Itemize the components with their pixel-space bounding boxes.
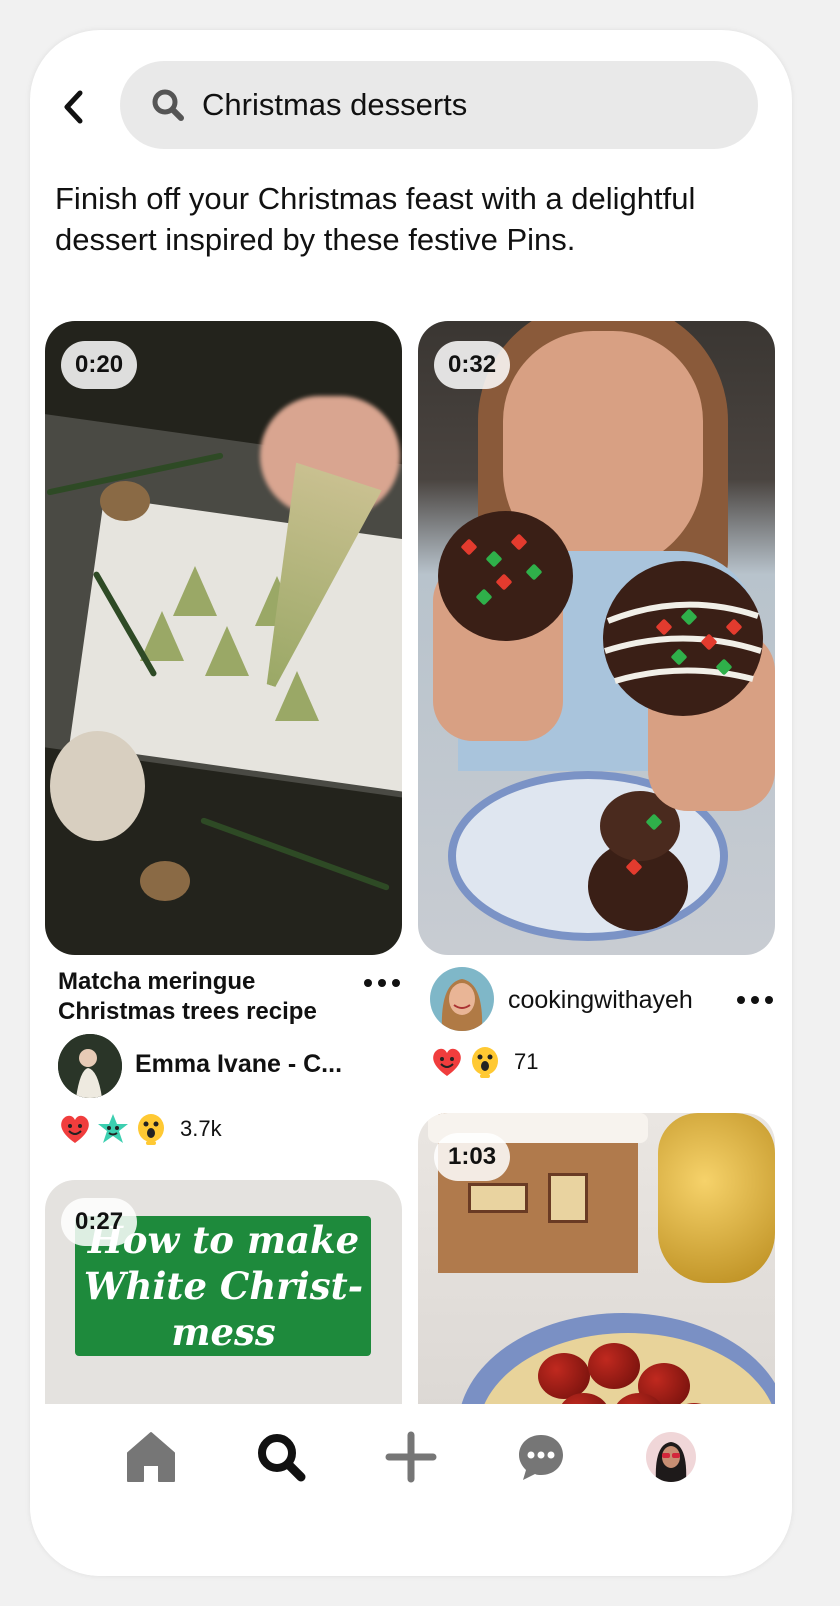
dot-icon	[364, 979, 372, 987]
star-reaction-icon	[96, 1112, 130, 1146]
cherry	[588, 1343, 640, 1389]
messages-icon	[519, 1435, 563, 1480]
phone-frame: Finish off your Christmas feast with a d…	[30, 30, 792, 1576]
nav-home[interactable]	[86, 1422, 216, 1492]
creator-name[interactable]: cookingwithayeh	[508, 986, 693, 1015]
video-duration-badge: 0:20	[61, 341, 138, 389]
heart-eyes-reaction-icon	[58, 1112, 92, 1146]
reaction-count: 71	[514, 1049, 539, 1074]
dot-icon	[751, 996, 759, 1004]
home-icon	[127, 1432, 175, 1482]
more-options-button[interactable]	[737, 990, 773, 1010]
video-duration-badge: 0:27	[61, 1198, 138, 1246]
search-icon	[148, 85, 188, 125]
nut	[100, 481, 150, 521]
chevron-left-icon	[64, 90, 83, 124]
white-drizzle	[604, 601, 762, 684]
creator-avatar[interactable]	[58, 1034, 122, 1098]
pine-branch	[200, 816, 390, 892]
search-bar[interactable]	[120, 61, 758, 149]
house-window	[548, 1173, 588, 1223]
reactions-row[interactable]: 3.7k	[58, 1112, 222, 1146]
overlay-title-line: mess	[171, 1310, 276, 1354]
profile-avatar	[646, 1432, 696, 1482]
search-input[interactable]	[202, 87, 722, 123]
pin-title[interactable]: Matcha meringue Christmas trees recipe	[58, 967, 358, 1027]
meringue-tree	[140, 611, 184, 661]
reaction-count: 3.7k	[180, 1116, 222, 1141]
creator-avatar[interactable]	[430, 967, 494, 1031]
pin-video-matcha-meringue[interactable]: 0:20	[45, 321, 402, 955]
heart-eyes-reaction-icon	[430, 1045, 464, 1079]
search-description: Finish off your Christmas feast with a d…	[55, 181, 696, 257]
dot-icon	[378, 979, 386, 987]
nav-create[interactable]	[346, 1422, 476, 1492]
bottom-navigation	[30, 1404, 792, 1576]
back-button[interactable]	[52, 82, 96, 132]
more-options-button[interactable]	[364, 973, 400, 993]
meringue-tree	[173, 566, 217, 616]
nut	[140, 861, 190, 901]
gold-decoration	[658, 1113, 775, 1283]
meringue-tree	[205, 626, 249, 676]
nav-messages[interactable]	[476, 1422, 606, 1492]
overlay-title-line: White Christ-	[83, 1264, 364, 1308]
creator-name[interactable]: Emma Ivane - C...	[135, 1050, 342, 1079]
dot-icon	[765, 996, 773, 1004]
pin-video-chocolate-bombs[interactable]: 0:32	[418, 321, 775, 955]
wow-reaction-icon	[134, 1112, 168, 1146]
plus-icon	[385, 1431, 437, 1483]
ornament	[50, 731, 145, 841]
nav-profile[interactable]	[606, 1422, 736, 1492]
nav-search[interactable]	[216, 1422, 346, 1492]
dot-icon	[392, 979, 400, 987]
meringue-tree	[275, 671, 319, 721]
reactions-row[interactable]: 71	[430, 1045, 538, 1079]
video-duration-badge: 1:03	[434, 1133, 511, 1181]
house-window	[468, 1183, 528, 1213]
search-icon	[258, 1434, 306, 1482]
dot-icon	[737, 996, 745, 1004]
wow-reaction-icon	[468, 1045, 502, 1079]
video-duration-badge: 0:32	[434, 341, 511, 389]
